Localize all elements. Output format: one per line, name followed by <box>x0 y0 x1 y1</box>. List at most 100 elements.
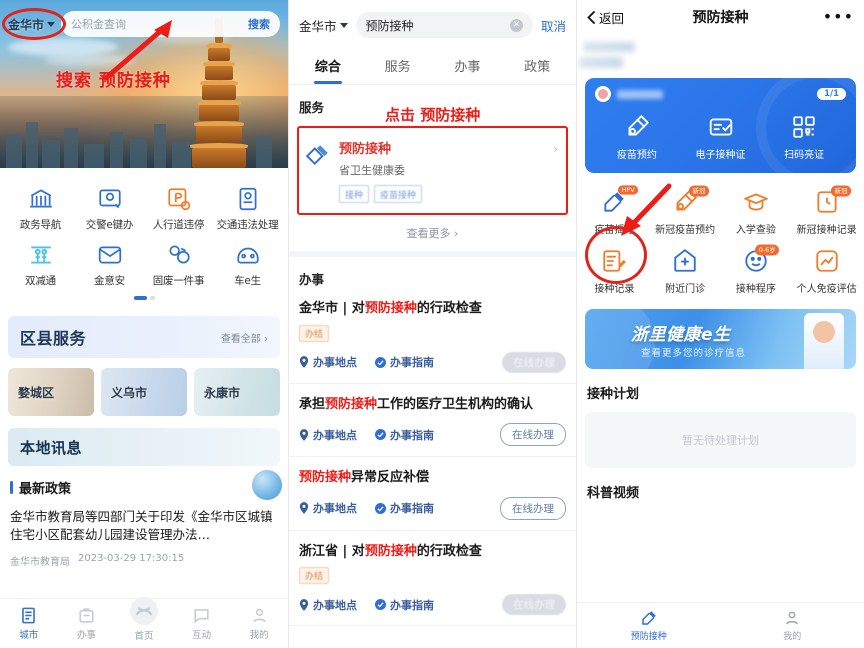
news-item[interactable]: 最新政策 金华市教育局等四部门关于印发《金华市区城镇住宅小区配套幼儿园建设管理办… <box>0 466 288 568</box>
cancel-button[interactable]: 取消 <box>541 16 566 35</box>
feature-school-check[interactable]: 入学查验 <box>721 185 792 244</box>
tab-vaccination-label: 预防接种 <box>630 632 667 642</box>
feature-badge: 新冠 <box>689 185 710 197</box>
annotation-click: 点击 预防接种 <box>385 106 481 124</box>
quick-service-item[interactable]: 固废一件事 <box>144 236 213 292</box>
quick-service-grid: 政务导航 交警e键办 人行道违停 交通违法处理 双减通 金意安 固废一件事 车e… <box>0 168 288 312</box>
affair-prefix: 浙江省 | 对 <box>299 543 365 559</box>
check-circle-icon <box>375 502 386 514</box>
city-selector[interactable]: 金华市 <box>299 16 348 35</box>
quick-service-item[interactable]: 交警e键办 <box>75 180 144 236</box>
quick-service-label: 人行道违停 <box>152 219 205 231</box>
search-bar[interactable]: 金华市 公积金查询 搜索 <box>8 10 280 38</box>
health-promo-banner[interactable]: 浙里健康e生 查看更多您的诊疗信息 <box>585 309 856 369</box>
quick-service-label: 双减通 <box>25 275 56 287</box>
tab-interact[interactable]: 互动 <box>173 606 231 641</box>
bottom-tabbar: 城市 办事 首页 互动 我的 <box>0 596 288 648</box>
feature-badge: 新冠 <box>830 185 851 197</box>
district-service-header: 区县服务 查看全部 › <box>8 316 280 358</box>
affair-guide-link[interactable]: 办事指南 <box>375 427 434 443</box>
affair-location-link[interactable]: 办事地点 <box>299 500 357 516</box>
feature-covid-appointment[interactable]: 新冠 新冠疫苗预约 <box>650 185 721 244</box>
quick-service-item[interactable]: 政务导航 <box>6 180 75 236</box>
chevron-left-icon <box>587 10 595 24</box>
affair-item[interactable]: 承担预防接种工作的医疗卫生机构的确认 办事地点 办事指南 在线办理 <box>289 384 576 458</box>
affair-highlight: 预防接种 <box>325 396 378 412</box>
affair-action-button[interactable]: 在线办理 <box>500 496 566 520</box>
tab-city[interactable]: 城市 <box>0 606 58 641</box>
schedule-icon: 0-6岁 <box>743 244 780 274</box>
quick-service-item[interactable]: 双减通 <box>6 236 75 292</box>
tab-comprehensive[interactable]: 综合 <box>293 50 363 84</box>
city-selector[interactable]: 金华市 <box>8 16 56 33</box>
navigation-bar: 返回 预防接种 ••• <box>577 0 864 34</box>
banner-subtitle: 查看更多您的诊疗信息 <box>641 348 747 359</box>
user-vaccine-card[interactable]: 1/1 疫苗预约 电子接种证 扫码亮证 <box>585 78 856 173</box>
affair-prefix: 金华市 | 对 <box>299 301 365 316</box>
affair-guide-label: 办事指南 <box>390 428 434 442</box>
annotation-search: 搜索 预防接种 <box>56 71 171 91</box>
feature-nearby-clinic[interactable]: 附近门诊 <box>650 244 721 303</box>
back-button[interactable]: 返回 <box>587 8 624 27</box>
tab-home[interactable]: 首页 <box>115 596 173 642</box>
affair-tag: 办结 <box>299 324 330 342</box>
affair-guide-link[interactable]: 办事指南 <box>375 354 434 370</box>
quick-service-item[interactable]: 交通违法处理 <box>213 180 282 236</box>
home-icon <box>129 596 159 626</box>
panel-search-results: 金华市 预防接种 ✕ 取消 综合 服务 办事 政策 服务 点击 预防接种 预防接… <box>288 0 576 648</box>
carousel-dot-active[interactable] <box>133 296 147 300</box>
check-circle-icon <box>375 356 386 368</box>
car-icon <box>235 242 261 268</box>
tab-affairs[interactable]: 办事 <box>433 50 503 84</box>
service-result-card[interactable]: 预防接种 省卫生健康委 接种 疫苗接种 › <box>297 126 568 215</box>
affair-action-button[interactable]: 在线办理 <box>500 423 566 447</box>
feature-immunity-assessment[interactable]: 个人免疫评估 <box>791 244 862 303</box>
vaccine-icon <box>305 142 331 168</box>
quick-service-item[interactable]: 人行道违停 <box>144 180 213 236</box>
tab-services[interactable]: 服务 <box>363 50 433 84</box>
affair-location-link[interactable]: 办事地点 <box>299 427 357 443</box>
carousel-dots[interactable] <box>6 292 282 306</box>
action-vaccine-appointment[interactable]: 疫苗预约 <box>595 114 679 161</box>
location-pin-icon <box>299 356 309 368</box>
hero-banner: 金华市 公积金查询 搜索 搜索 预防接种 <box>0 0 288 168</box>
search-input[interactable]: 公积金查询 搜索 <box>61 11 280 37</box>
news-time: 2023-03-29 17:30:15 <box>78 553 185 565</box>
affair-item[interactable]: 浙江省 | 对预防接种的行政检查 办结 办事地点 办事指南 在线办理 <box>289 531 576 627</box>
search-input[interactable]: 预防接种 ✕ <box>355 12 533 38</box>
tab-affairs[interactable]: 办事 <box>58 606 116 641</box>
service-tag: 接种 <box>339 185 370 203</box>
quick-service-item[interactable]: 车e生 <box>213 236 282 292</box>
affair-footer: 办事地点 办事指南 在线办理 <box>299 594 566 616</box>
quick-service-row: 政务导航 交警e键办 人行道违停 交通违法处理 <box>6 180 282 236</box>
carousel-dot[interactable] <box>149 296 155 300</box>
clear-icon[interactable]: ✕ <box>509 18 523 32</box>
feature-vaccination-schedule[interactable]: 0-6岁 接种程序 <box>721 244 792 303</box>
more-menu-icon[interactable]: ••• <box>823 9 854 24</box>
feature-covid-record[interactable]: 新冠 新冠接种记录 <box>791 185 862 244</box>
view-more-link[interactable]: 查看更多 › <box>289 215 576 251</box>
district-card[interactable]: 婺城区 <box>8 368 94 416</box>
district-view-all-link[interactable]: 查看全部 › <box>221 330 268 345</box>
affair-action-button[interactable]: 在线办理 <box>502 594 566 616</box>
search-button[interactable]: 搜索 <box>248 16 270 32</box>
tab-profile[interactable]: 我的 <box>230 606 288 641</box>
feature-label: 附近门诊 <box>665 284 706 295</box>
quick-service-item[interactable]: 金意安 <box>75 236 144 292</box>
tab-policy[interactable]: 政策 <box>502 50 572 84</box>
feature-vaccine-lottery[interactable]: HPV 疫苗摇号 <box>579 185 650 244</box>
affair-location-link[interactable]: 办事地点 <box>299 597 357 613</box>
affair-item[interactable]: 预防接种异常反应补偿 办事地点 办事指南 在线办理 <box>289 457 576 531</box>
feature-vaccination-record[interactable]: 接种记录 <box>579 244 650 303</box>
affair-location-link[interactable]: 办事地点 <box>299 354 357 370</box>
affair-action-button[interactable]: 在线办理 <box>502 351 566 373</box>
affair-guide-link[interactable]: 办事指南 <box>375 500 434 516</box>
affair-guide-link[interactable]: 办事指南 <box>375 597 434 613</box>
district-card[interactable]: 义乌市 <box>101 368 187 416</box>
affair-item[interactable]: 金华市 | 对预防接种的行政检查 办结 办事地点 办事指南 在线办理 <box>289 288 576 384</box>
tab-vaccination[interactable]: 预防接种 <box>577 609 721 642</box>
action-certificate[interactable]: 电子接种证 <box>679 114 763 161</box>
district-card[interactable]: 永康市 <box>194 368 280 416</box>
tab-profile[interactable]: 我的 <box>721 609 864 642</box>
result-tabs: 综合 服务 办事 政策 <box>289 50 576 85</box>
